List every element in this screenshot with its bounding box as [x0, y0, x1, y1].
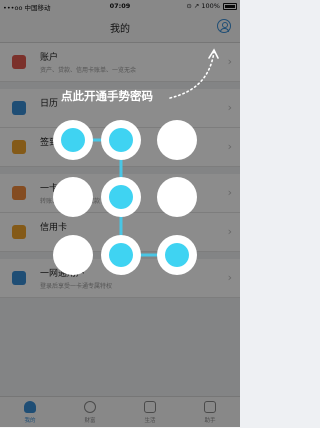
gesture-guide — [53, 48, 219, 275]
gesture-node[interactable] — [53, 177, 93, 217]
gesture-node-selected-dot — [109, 243, 133, 267]
gesture-node-selected-dot — [165, 243, 189, 267]
hint-arrow — [169, 51, 215, 99]
gesture-node-selected-dot — [61, 128, 85, 152]
gesture-pad — [53, 120, 197, 275]
gesture-node[interactable] — [157, 177, 197, 217]
gesture-hint-text: 点此开通手势密码 — [61, 89, 153, 103]
gesture-node-selected-dot — [109, 185, 133, 209]
gesture-node[interactable] — [53, 235, 93, 275]
gesture-node-selected-dot — [109, 128, 133, 152]
gesture-node[interactable] — [157, 120, 197, 160]
